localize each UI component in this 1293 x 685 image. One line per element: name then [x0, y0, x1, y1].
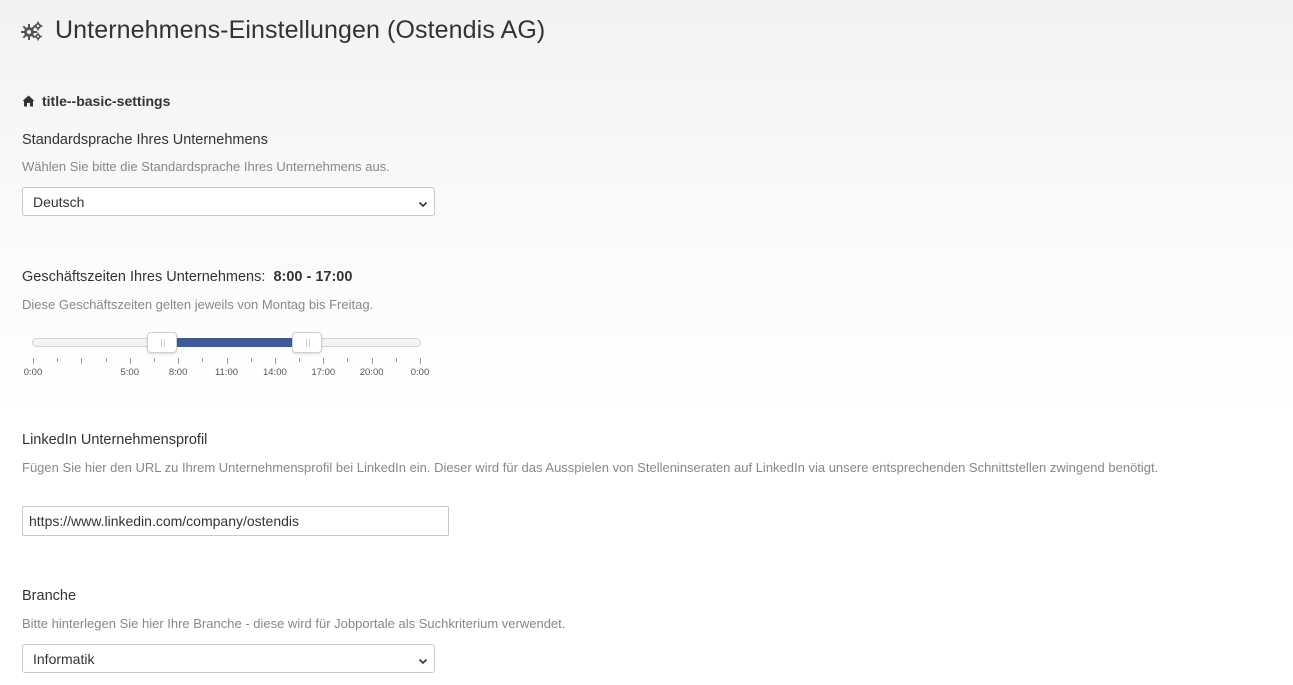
linkedin-url-value: https://www.linkedin.com/company/ostendi… — [29, 513, 300, 529]
industry-select-value: Informatik — [33, 650, 95, 667]
slider-tick-label: 20:00 — [359, 367, 384, 378]
slider-tick — [395, 358, 397, 362]
slider-tick-label: 11:00 — [214, 367, 239, 378]
slider-tick — [105, 358, 107, 362]
gears-icon — [21, 19, 45, 43]
industry-help: Bitte hinterlegen Sie hier Ihre Branche … — [22, 616, 566, 631]
slider-tick-label: 14:00 — [262, 367, 287, 378]
hours-label-text: Geschäftszeiten Ihres Unternehmens: — [22, 269, 266, 285]
section-title: title--basic-settings — [22, 93, 170, 109]
slider-tick — [299, 358, 301, 362]
hours-value: 8:00 - 17:00 — [273, 269, 353, 285]
slider-tick — [129, 358, 131, 364]
language-select-value: Deutsch — [33, 193, 85, 210]
section-title-label: title--basic-settings — [42, 93, 171, 109]
language-select[interactable]: Deutsch — [22, 187, 435, 216]
slider-tick-label: 8:00 — [168, 367, 188, 378]
slider-tick — [178, 358, 180, 364]
slider-tick-label: 5:00 — [120, 367, 140, 378]
language-label: Standardsprache Ihres Unternehmens — [22, 132, 268, 148]
slider-tick — [81, 358, 83, 364]
page-header: Unternehmens-Einstellungen (Ostendis AG) — [21, 16, 545, 45]
home-icon — [22, 94, 36, 108]
slider-tick-label: 0:00 — [23, 367, 43, 378]
linkedin-label: LinkedIn Unternehmensprofil — [22, 432, 208, 448]
slider-handle-end[interactable] — [292, 332, 323, 353]
hours-help: Diese Geschäftszeiten gelten jeweils von… — [22, 297, 374, 312]
linkedin-url-input[interactable]: https://www.linkedin.com/company/ostendi… — [22, 506, 449, 536]
slider-tick — [250, 358, 252, 362]
slider-tick — [420, 358, 421, 364]
slider-tick — [371, 358, 373, 364]
slider-tick — [323, 358, 325, 364]
industry-label: Branche — [22, 588, 77, 604]
page-title: Unternehmens-Einstellungen (Ostendis AG) — [55, 16, 546, 44]
slider-tick — [57, 358, 59, 362]
slider-tick-label: 0:00 — [410, 367, 430, 378]
hours-label: Geschäftszeiten Ihres Unternehmens: 8:00… — [22, 269, 352, 285]
chevron-down-icon — [418, 196, 428, 208]
business-hours-slider[interactable]: 0:00 5:00 8:00 11:00 14:00 17:00 20:00 0:00 — [22, 330, 432, 380]
slider-tick — [226, 358, 228, 364]
slider-tick — [347, 358, 349, 362]
slider-selected-range — [162, 338, 308, 347]
slider-tick — [33, 358, 34, 364]
slider-tick — [153, 358, 155, 362]
slider-handle-start[interactable] — [147, 332, 177, 353]
slider-tick — [274, 358, 276, 364]
chevron-down-icon — [418, 653, 428, 665]
industry-select[interactable]: Informatik — [22, 644, 435, 673]
slider-tick — [202, 358, 204, 362]
slider-tick-label: 17:00 — [311, 367, 336, 378]
language-help: Wählen Sie bitte die Standardsprache Ihr… — [22, 159, 390, 174]
linkedin-help: Fügen Sie hier den URL zu Ihrem Unterneh… — [22, 460, 1159, 475]
